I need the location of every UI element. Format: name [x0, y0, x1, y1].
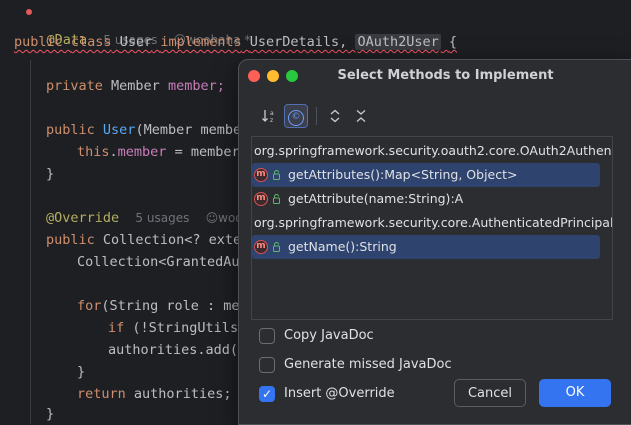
code-line-annotation: @Data 5 usages ☺woohaha * — [14, 10, 251, 48]
method-label: getAttribute(name:String):A — [288, 191, 464, 206]
code-line-collection: Collection<GrantedAut — [77, 254, 248, 270]
toolbar-divider — [316, 107, 317, 125]
method-icon: m — [254, 240, 268, 254]
dialog-title: Select Methods to Implement — [337, 68, 554, 83]
select-methods-dialog: Select Methods to Implement a z © org.sp… — [238, 59, 631, 425]
sort-alpha-icon[interactable]: a z — [257, 104, 281, 128]
interface-group-oauth2[interactable]: org.springframework.security.oauth2.core… — [252, 139, 612, 163]
code-line-constructor: public User(Member member — [46, 122, 250, 138]
author-icon: ☺ — [205, 211, 219, 225]
code-line-brace: } — [46, 166, 55, 182]
code-line-field: private Member member; — [46, 78, 225, 94]
method-item-getattribute[interactable]: m getAttribute(name:String):A — [252, 187, 612, 211]
collapse-all-icon[interactable] — [349, 104, 373, 128]
insert-override-label: Insert @Override — [284, 386, 395, 401]
dialog-titlebar[interactable]: Select Methods to Implement — [239, 60, 631, 92]
expand-all-icon[interactable] — [323, 104, 347, 128]
method-item-getname[interactable]: m getName():String — [252, 235, 612, 259]
method-item-getattributes[interactable]: m getAttributes():Map<String, Object> — [252, 163, 612, 187]
method-label: getName():String — [288, 239, 397, 254]
code-line-assign: this.member = member; — [77, 144, 248, 160]
method-label: getAttributes():Map<String, Object> — [288, 167, 518, 182]
indent-guide — [30, 60, 31, 424]
code-line-for: for(String role : mem — [77, 298, 248, 314]
error-marker-icon — [26, 9, 32, 15]
public-access-icon — [273, 242, 280, 252]
code-line-brace: } — [77, 364, 86, 380]
code-line-override: @Override 5 usages ☺wooh — [46, 210, 251, 226]
generate-javadoc-label: Generate missed JavaDoc — [284, 357, 452, 372]
insert-override-checkbox[interactable]: ✓ — [259, 386, 275, 402]
code-line-add: authorities.add(r — [108, 342, 247, 358]
svg-text:z: z — [270, 117, 273, 124]
method-icon: m — [254, 168, 268, 182]
public-access-icon — [273, 194, 280, 204]
code-line-brace: } — [46, 406, 55, 422]
interface-group-principal[interactable]: org.springframework.security.core.Authen… — [252, 211, 612, 235]
code-line-if: if (!StringUtils. — [108, 320, 247, 336]
methods-tree[interactable]: org.springframework.security.oauth2.core… — [251, 136, 613, 320]
oauth2user-ref: OAuth2User — [355, 34, 441, 50]
code-line-return: return authorities; — [77, 386, 232, 402]
public-access-icon — [273, 170, 280, 180]
copy-javadoc-checkbox[interactable] — [259, 328, 275, 344]
svg-text:a: a — [270, 110, 274, 117]
copy-javadoc-label: Copy JavaDoc — [284, 328, 374, 343]
code-line-class-decl: public class User implements UserDetails… — [14, 34, 458, 50]
show-classes-icon[interactable]: © — [284, 104, 308, 128]
class-name: User — [119, 34, 153, 50]
method-icon: m — [254, 192, 268, 206]
generate-javadoc-checkbox[interactable] — [259, 357, 275, 373]
ok-button[interactable]: OK — [539, 379, 611, 407]
code-line-method: public Collection<? exter — [46, 232, 250, 248]
cancel-button[interactable]: Cancel — [454, 379, 526, 407]
